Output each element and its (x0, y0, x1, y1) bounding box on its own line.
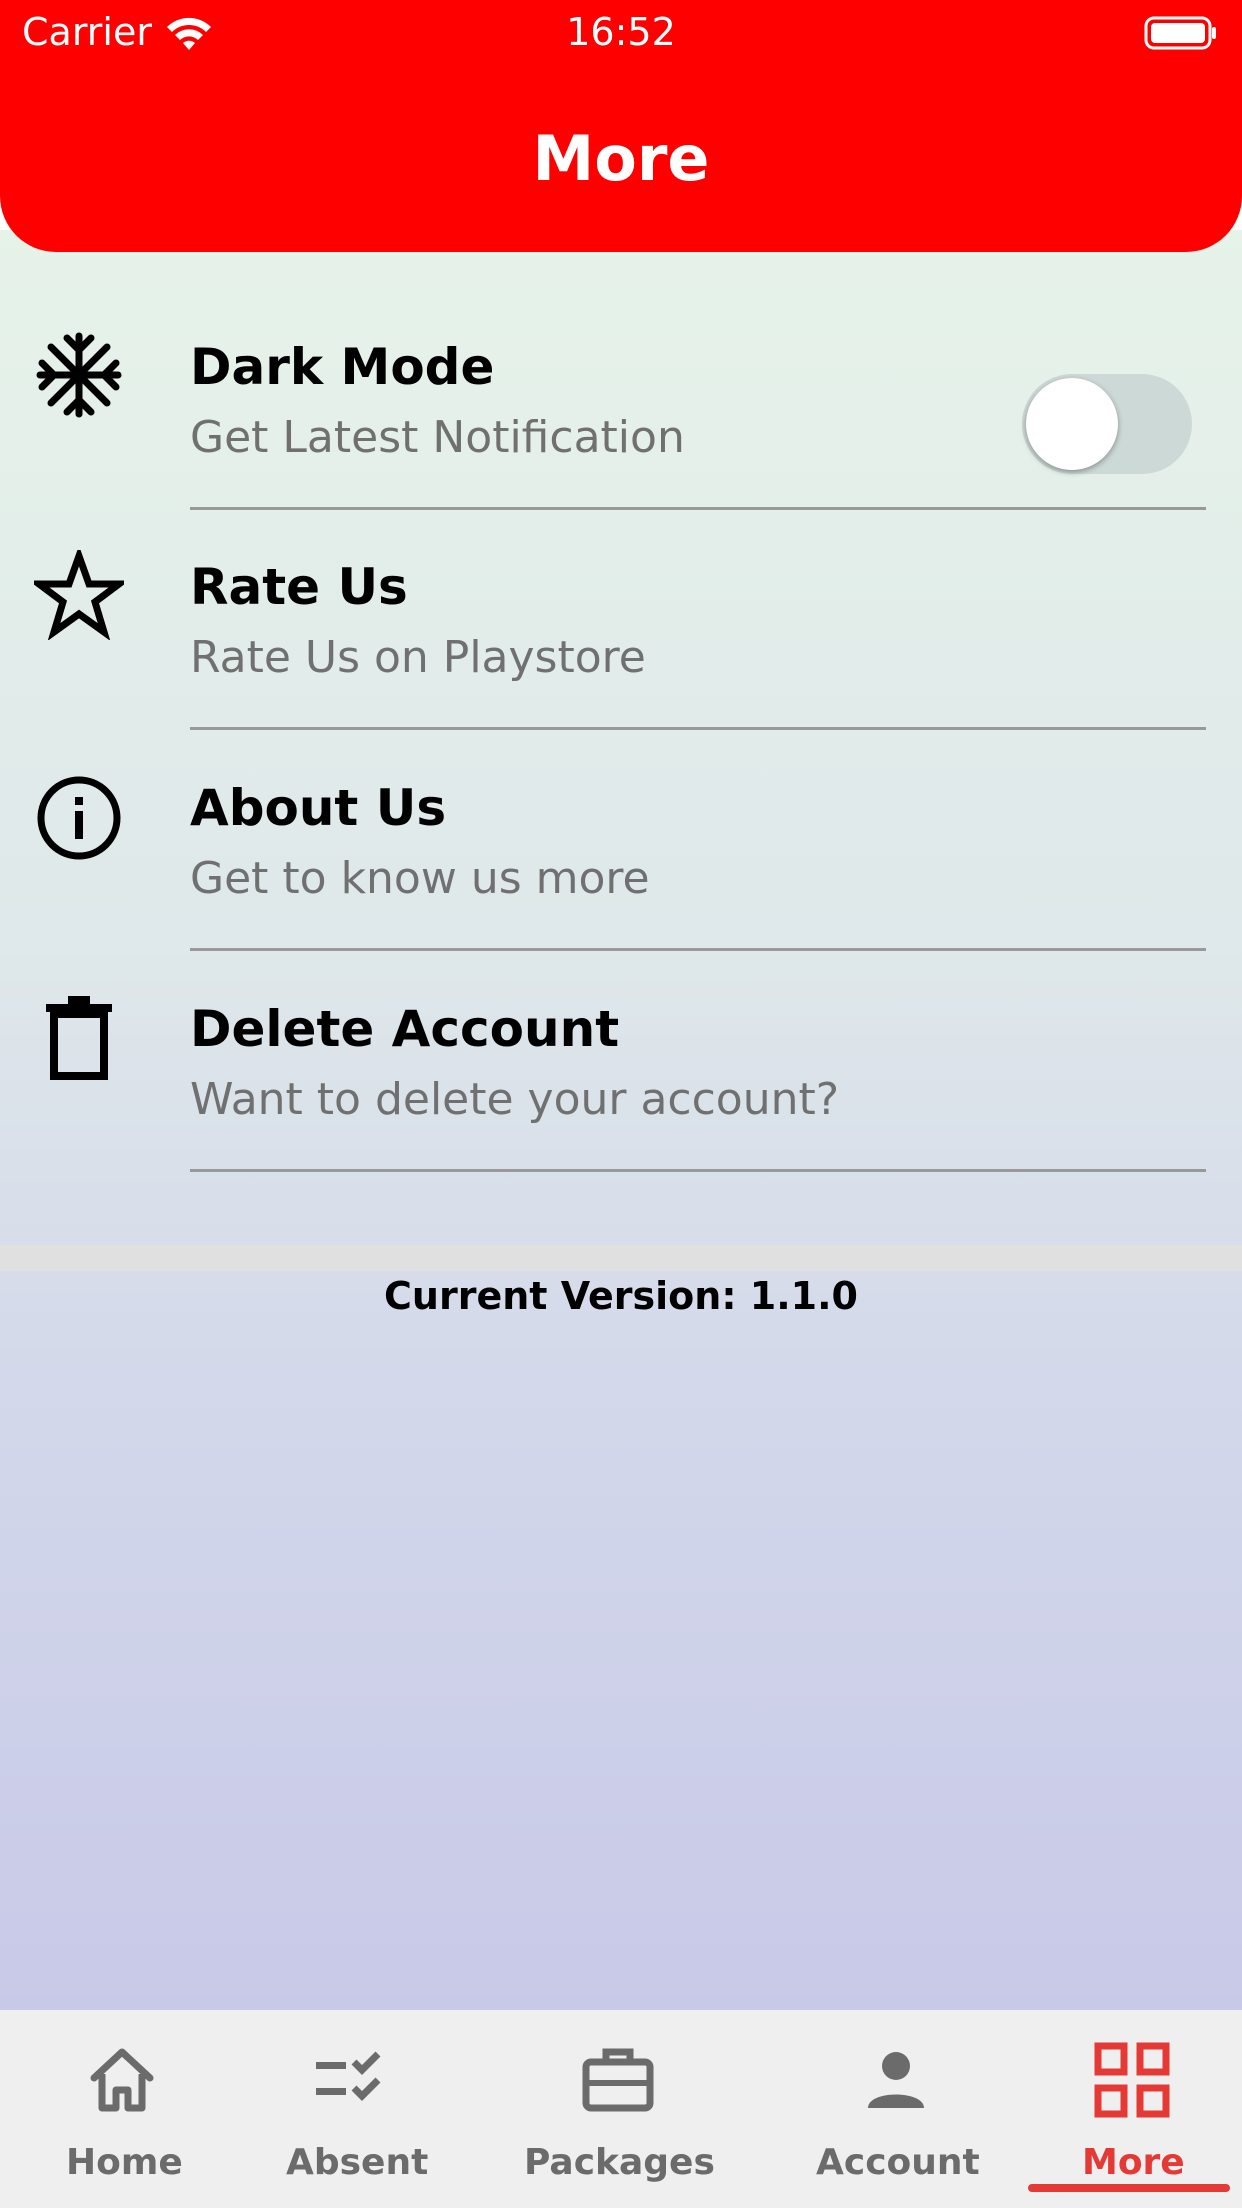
nav-label: Packages (524, 2142, 715, 2183)
settings-panel: Dark Mode Get Latest Notification Rate U… (0, 230, 1242, 2010)
app-header: Carrier 16:52 More (0, 0, 1242, 252)
snowflake-icon (36, 332, 122, 418)
settings-item-title: Rate Us (190, 558, 408, 616)
nav-label: Absent (286, 2142, 429, 2183)
status-time: 16:52 (566, 10, 676, 54)
nav-item-packages[interactable]: Packages (464, 2010, 764, 2208)
dark-mode-toggle[interactable] (1022, 374, 1192, 474)
nav-item-more[interactable]: More (1028, 2010, 1242, 2208)
version-divider (0, 1245, 1242, 1271)
trash-icon (46, 996, 112, 1080)
grid-icon (1094, 2042, 1170, 2118)
nav-label: Account (816, 2142, 980, 2183)
settings-item-title: About Us (190, 779, 447, 837)
toggle-knob (1026, 378, 1118, 470)
settings-item-title: Dark Mode (190, 338, 495, 396)
status-bar: Carrier 16:52 (0, 0, 1242, 70)
divider (190, 1169, 1206, 1172)
nav-item-account[interactable]: Account (764, 2010, 1028, 2208)
nav-label: More (1082, 2142, 1185, 2183)
person-icon (868, 2052, 924, 2108)
bottom-navigation: Home Absent Packages Account More (0, 2010, 1242, 2208)
settings-item-delete-account[interactable]: Delete Account Want to delete your accou… (0, 992, 1242, 1212)
settings-item-subtitle: Want to delete your account? (190, 1074, 840, 1125)
nav-item-absent[interactable]: Absent (244, 2010, 464, 2208)
star-icon (34, 550, 124, 640)
briefcase-icon (582, 2048, 654, 2112)
settings-item-subtitle: Get to know us more (190, 853, 650, 904)
version-label: Current Version: 1.1.0 (384, 1274, 858, 1318)
nav-item-home[interactable]: Home (0, 2010, 244, 2208)
active-tab-indicator (1028, 2184, 1230, 2192)
divider (190, 727, 1206, 730)
info-icon (37, 776, 121, 860)
divider (190, 948, 1206, 951)
page-title: More (532, 122, 710, 195)
nav-label: Home (66, 2142, 183, 2183)
divider (190, 507, 1206, 510)
settings-item-about-us[interactable]: About Us Get to know us more (0, 771, 1242, 991)
checklist-icon (316, 2051, 381, 2101)
settings-item-title: Delete Account (190, 1000, 620, 1058)
settings-item-subtitle: Rate Us on Playstore (190, 632, 646, 683)
more-screen: Carrier 16:52 More Dark Mode Get Latest … (0, 0, 1242, 2208)
settings-item-dark-mode[interactable]: Dark Mode Get Latest Notification (0, 330, 1242, 550)
settings-item-rate-us[interactable]: Rate Us Rate Us on Playstore (0, 550, 1242, 770)
home-icon (90, 2048, 154, 2112)
settings-item-subtitle: Get Latest Notification (190, 412, 685, 463)
battery-icon (1144, 16, 1216, 50)
